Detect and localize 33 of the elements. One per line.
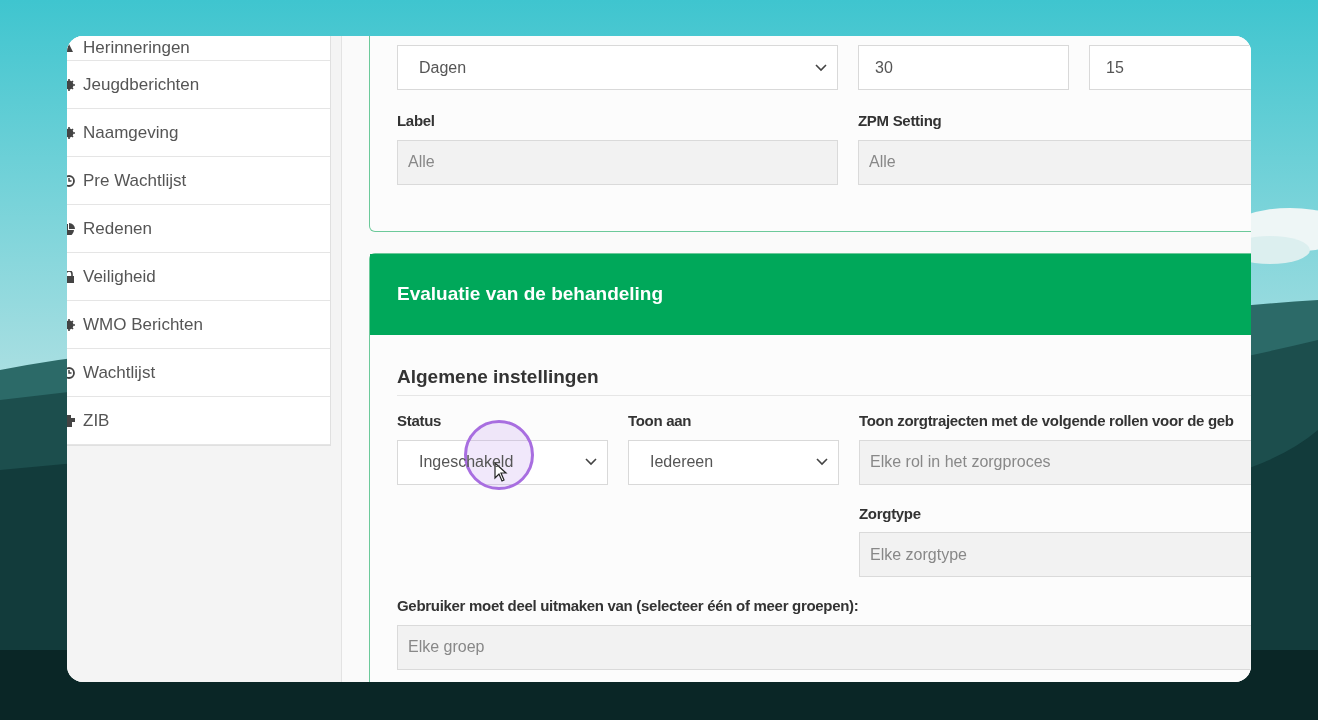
- chevron-down-icon: [816, 458, 828, 466]
- select-field[interactable]: Iedereen: [628, 439, 839, 485]
- chevron-down-icon: [585, 458, 597, 466]
- pie-chart-icon: [67, 222, 75, 235]
- gear-icon: [67, 78, 75, 91]
- field-label: Zorgtype: [859, 503, 922, 524]
- field-label: Toon aan: [628, 411, 693, 431]
- sidebar-item[interactable]: WMO Berichten: [67, 301, 330, 349]
- gear-icon: [67, 318, 75, 331]
- input-field[interactable]: 15: [1089, 45, 1251, 90]
- clock-icon: [67, 366, 75, 379]
- sidebar-item[interactable]: Redenen: [67, 205, 330, 253]
- clock-icon: [67, 174, 75, 187]
- field-label: Status: [397, 411, 443, 431]
- input-field[interactable]: 30: [858, 45, 1069, 90]
- sidebar-item[interactable]: Naamgeving: [67, 109, 330, 157]
- gear-icon: [67, 126, 75, 139]
- puzzle-icon: [67, 414, 75, 427]
- field-label: ZPM Setting: [858, 111, 943, 131]
- field-label: Label: [397, 111, 436, 131]
- sidebar-item[interactable]: Herinneringen: [67, 36, 330, 61]
- select-field[interactable]: Dagen: [397, 45, 838, 90]
- chevron-down-icon: [815, 63, 827, 72]
- section-heading: Algemene instellingen: [397, 365, 599, 387]
- sidebar-item[interactable]: Pre Wachtlijst: [67, 157, 330, 205]
- sidebar-item[interactable]: Jeugdberichten: [67, 61, 330, 109]
- field-label: Gebruiker moet deel uitmaken van (selecteer één of meer groepen):: [397, 596, 860, 616]
- card-title: Evaluatie van de behandeling: [397, 281, 664, 306]
- lock-icon: [67, 270, 75, 283]
- field-label: Toon zorgtrajecten met de volgende rollen voor de geb: [859, 411, 1235, 431]
- sidebar-item[interactable]: ZIB: [67, 397, 330, 445]
- sidebar-item[interactable]: Wachtlijst: [67, 349, 330, 397]
- sidebar-item[interactable]: Veiligheid: [67, 253, 330, 301]
